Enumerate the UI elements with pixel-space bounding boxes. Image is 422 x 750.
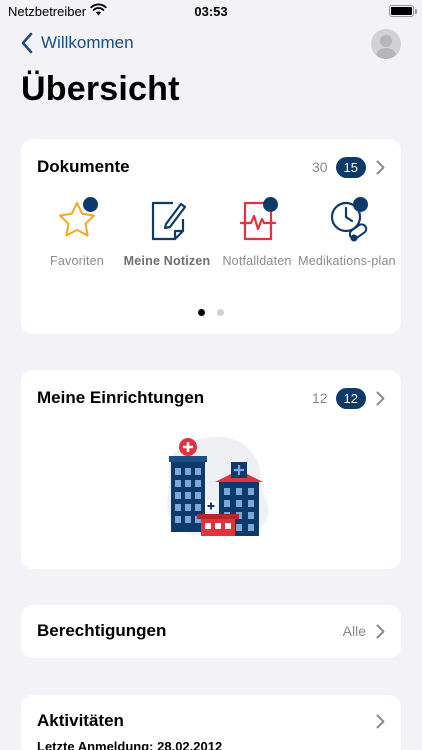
tile-label: Notfalldaten [222, 254, 292, 268]
documents-title: Dokumente [37, 157, 130, 176]
facilities-card: Meine Einrichtungen 12 12 [21, 370, 401, 569]
new-indicator-dot [353, 197, 368, 212]
permissions-value: Alle [342, 623, 366, 639]
tile-emergency-data[interactable]: Notfalldaten [217, 197, 297, 287]
new-indicator-dot [263, 197, 278, 212]
page-indicator[interactable] [21, 303, 401, 321]
new-indicator-dot [83, 197, 98, 212]
activities-card[interactable]: Aktivitäten Letzte Anmeldung: 28.02.2012 [21, 695, 401, 750]
permissions-card[interactable]: Berechtigungen Alle [21, 605, 401, 658]
back-button[interactable]: Willkommen [20, 32, 134, 54]
chevron-right-icon [376, 160, 385, 174]
back-button-label: Willkommen [41, 33, 134, 52]
chevron-right-icon [376, 624, 385, 638]
page-dot [217, 309, 225, 316]
tile-medication-plan[interactable]: Medikations-plan [298, 197, 396, 287]
tile-label: Meine Notizen [123, 254, 211, 268]
user-avatar-icon [375, 35, 397, 59]
hospital-buildings-icon [167, 436, 269, 537]
activities-title: Aktivitäten [37, 711, 124, 730]
documents-count: 30 [311, 159, 328, 175]
chevron-right-icon [376, 714, 385, 728]
chevron-right-icon [376, 391, 385, 405]
documents-header[interactable]: Dokumente 30 15 [37, 155, 385, 179]
facilities-count: 12 [311, 390, 328, 406]
permissions-title: Berechtigungen [37, 621, 167, 640]
battery-icon [389, 5, 417, 17]
page-title: Übersicht [21, 70, 180, 108]
chevron-left-icon [21, 32, 33, 54]
status-bar: Netzbetreiber 03:53 [0, 0, 422, 24]
facilities-title: Meine Einrichtungen [37, 388, 205, 407]
status-time: 03:53 [194, 4, 228, 19]
documents-tiles: Favoriten Meine Notizen Notfalldaten Med… [21, 197, 401, 287]
documents-card: Dokumente 30 15 Favoriten Meine Notizen [21, 139, 401, 334]
documents-badge: 15 [335, 156, 366, 178]
facilities-header[interactable]: Meine Einrichtungen 12 12 [37, 386, 385, 410]
page-dot-active [197, 309, 205, 316]
tile-my-notes[interactable]: Meine Notizen [124, 197, 210, 287]
last-login-text: Letzte Anmeldung: 28.02.2012 [37, 739, 223, 750]
tile-favorites[interactable]: Favoriten [37, 197, 117, 287]
activities-header: Aktivitäten [37, 709, 385, 733]
note-edit-icon [151, 201, 187, 241]
facilities-badge: 12 [335, 387, 366, 409]
tile-label: Favoriten [50, 254, 104, 268]
permissions-header: Berechtigungen Alle [37, 619, 385, 643]
tile-label: Medikations-plan [298, 254, 396, 268]
avatar[interactable] [371, 29, 401, 59]
